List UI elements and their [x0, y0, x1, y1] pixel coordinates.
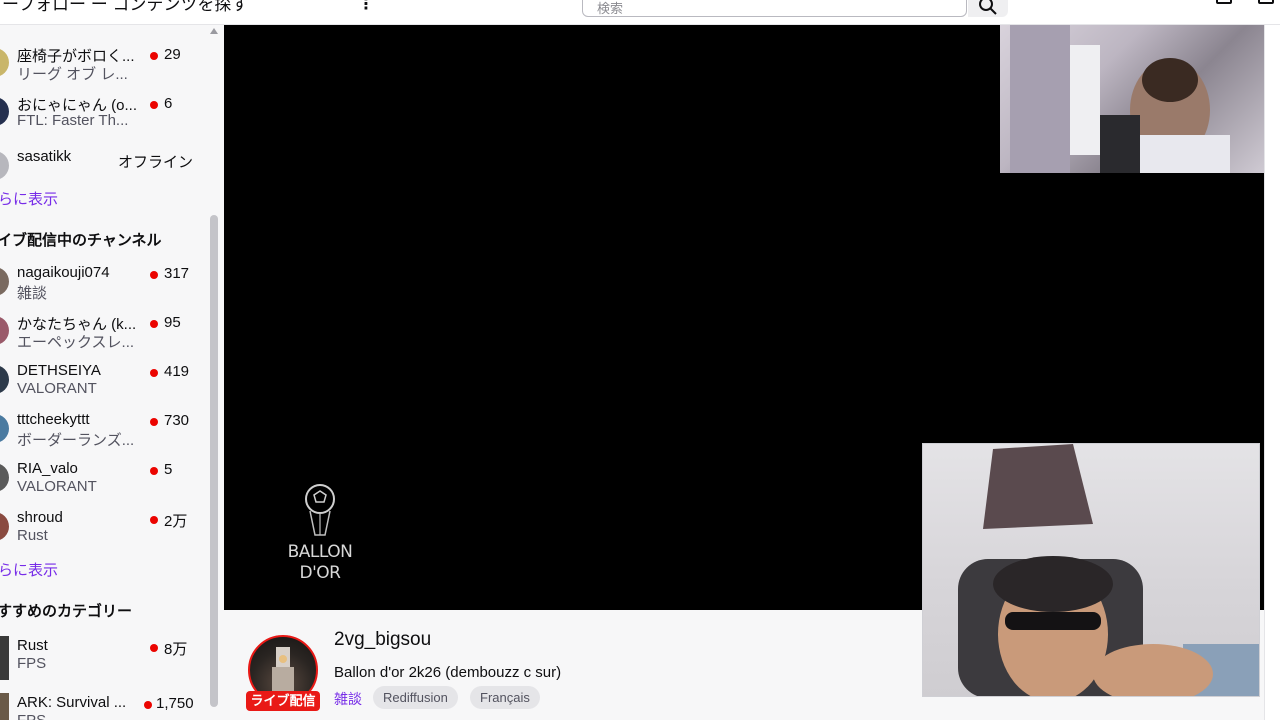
channel-name: shroud [17, 509, 63, 526]
scroll-up-arrow[interactable] [210, 28, 218, 34]
avatar [0, 267, 9, 296]
channel-name: RIA_valo [17, 460, 78, 477]
ballon-dor-trophy-icon [305, 484, 335, 536]
viewer-count: 419 [164, 363, 190, 380]
live-indicator-icon [150, 101, 158, 109]
viewer-count: 29 [164, 46, 181, 63]
category-name: ARK: Survival ... [17, 694, 127, 711]
avatar [0, 512, 9, 541]
viewer-count: 5 [164, 461, 173, 478]
viewer-count: 6 [164, 95, 173, 112]
category-thumbnail [0, 636, 9, 680]
live-badge: ライブ配信 [246, 691, 320, 711]
search-button[interactable] [968, 0, 1008, 17]
stream-title: Ballon d'or 2k26 (dembouzz c sur) [334, 664, 562, 681]
sidebar-channel[interactable]: おにゃにゃん (o... FTL: Faster Th... 6 [0, 93, 205, 139]
channel-category: 雑談 [17, 285, 48, 302]
top-nav-links[interactable]: ーフォロー ー コンテンツを探す [2, 0, 248, 15]
channel-category: ボーダーランズ... [17, 432, 135, 449]
webcam-overlay-top [1000, 25, 1264, 173]
live-indicator-icon [150, 369, 158, 377]
category-thumbnail [0, 693, 9, 720]
search-input[interactable]: 検索 [582, 0, 967, 17]
inbox-icon[interactable] [1216, 0, 1232, 4]
channel-name: tttcheekyttt [17, 411, 90, 428]
channel-category: VALORANT [17, 478, 97, 495]
show-more-link[interactable]: らに表示 [0, 188, 58, 209]
offline-status: オフライン [118, 154, 194, 171]
category-tag: FPS [17, 655, 47, 672]
sidebar-category[interactable]: ARK: Survival ... FPS 1,750 [0, 693, 205, 720]
live-indicator-icon [150, 644, 158, 652]
live-indicator-icon [150, 467, 158, 475]
notifications-icon[interactable] [1258, 0, 1274, 4]
avatar [0, 151, 9, 180]
live-indicator-icon [150, 516, 158, 524]
sidebar-channel[interactable]: RIA_valo VALORANT 5 [0, 459, 205, 505]
webcam-person-image [1010, 25, 1230, 173]
show-more-link[interactable]: らに表示 [0, 559, 58, 580]
avatar [0, 463, 9, 492]
live-indicator-icon [150, 271, 158, 279]
channel-name: DETHSEIYA [17, 362, 101, 379]
channel-name: nagaikouji074 [17, 264, 110, 281]
live-channels-heading: イブ配信中のチャンネル [0, 232, 162, 249]
more-menu-icon[interactable]: ⋮ [358, 0, 374, 14]
sidebar-scrollbar[interactable] [210, 215, 218, 707]
category-tag: FPS [17, 712, 141, 720]
viewer-count: 317 [164, 265, 190, 282]
right-edge-panel [1264, 25, 1280, 720]
logo-text-line1: BALLON [287, 542, 353, 562]
sidebar-channel[interactable]: かなたちゃん (k... エーペックスレ... 95 [0, 312, 205, 358]
stream-tag[interactable]: Rediffusion [373, 686, 458, 709]
live-indicator-icon [150, 418, 158, 426]
avatar [0, 365, 9, 394]
stream-info: ライブ配信 2vg_bigsou Ballon d'or 2k26 (dembo… [224, 610, 922, 720]
streamer-name[interactable]: 2vg_bigsou [334, 629, 431, 651]
viewer-count: 2万 [164, 513, 188, 530]
viewer-count: 1,750 [156, 695, 194, 712]
live-indicator-icon [150, 320, 158, 328]
search-icon [979, 0, 997, 15]
live-indicator-icon [144, 701, 152, 709]
webcam-overlay-bottom [922, 443, 1260, 697]
avatar [0, 414, 9, 443]
sidebar-channel[interactable]: tttcheekyttt ボーダーランズ... 730 [0, 410, 205, 456]
avatar [0, 48, 9, 77]
channel-category: FTL: Faster Th... [17, 112, 129, 129]
viewer-count: 8万 [164, 641, 188, 658]
channel-category: エーペックスレ... [17, 334, 135, 351]
sidebar: 座椅子がボロく... リーグ オブ レ... 29 おにゃにゃん (o... F… [0, 25, 224, 720]
sidebar-channel[interactable]: nagaikouji074 雑談 317 [0, 263, 205, 309]
sidebar-channel[interactable]: DETHSEIYA VALORANT 419 [0, 361, 205, 407]
sidebar-category[interactable]: Rust FPS 8万 [0, 636, 205, 682]
logo-text-line2: D'OR [299, 563, 341, 583]
viewer-count: 95 [164, 314, 181, 331]
channel-category: Rust [17, 527, 48, 544]
stream-category-link[interactable]: 雑談 [334, 689, 362, 709]
recommended-categories-heading: すすめのカテゴリー [0, 603, 133, 620]
category-name: Rust [17, 637, 48, 654]
live-indicator-icon [150, 52, 158, 60]
viewer-count: 730 [164, 412, 190, 429]
channel-category: リーグ オブ レ... [17, 66, 128, 83]
sidebar-channel[interactable]: sasatikk オフライン [0, 147, 205, 193]
sidebar-channel[interactable]: shroud Rust 2万 [0, 508, 205, 554]
stream-tag[interactable]: Français [470, 686, 540, 709]
ballon-dor-logo: BALLON D'OR [280, 477, 360, 583]
search-placeholder: 検索 [597, 1, 624, 16]
sidebar-channel[interactable]: 座椅子がボロく... リーグ オブ レ... 29 [0, 44, 205, 90]
avatar [0, 316, 9, 345]
top-nav-bar: ーフォロー ー コンテンツを探す ⋮ 検索 [0, 0, 1280, 25]
channel-category: VALORANT [17, 380, 97, 397]
webcam-person-image [958, 444, 1259, 696]
avatar [0, 97, 9, 126]
